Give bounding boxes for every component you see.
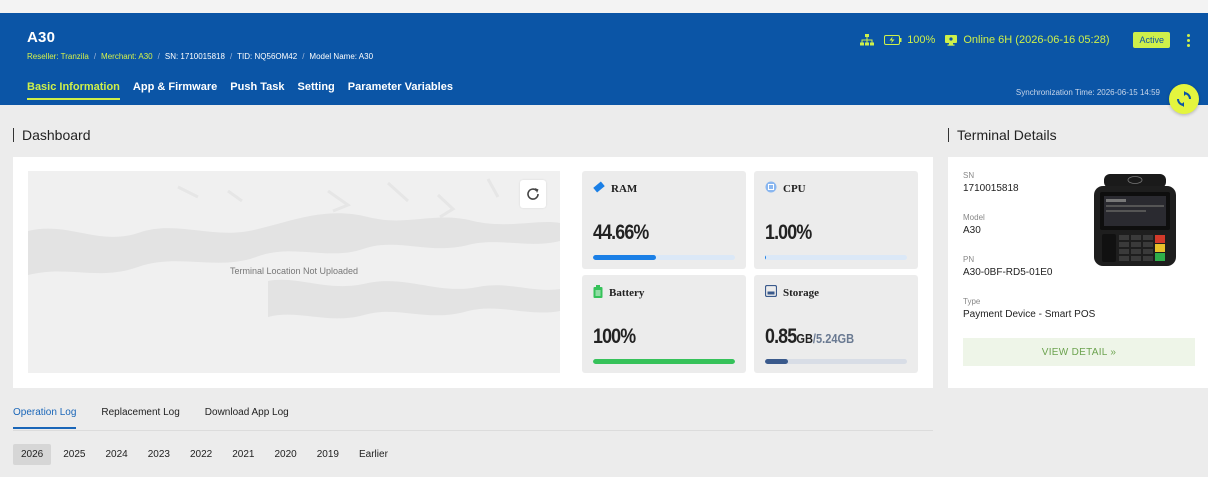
breadcrumb-reseller[interactable]: Reseller: Tranzila	[27, 52, 89, 61]
top-strip	[0, 0, 1208, 13]
ram-label: RAM	[611, 182, 638, 195]
breadcrumb-tid: TID: NQ56OM42	[237, 52, 298, 61]
monitor-icon	[945, 34, 958, 46]
year-2020[interactable]: 2020	[267, 444, 305, 465]
storage-card-title: Storage	[764, 284, 820, 300]
dashboard-panel: Terminal Location Not Uploaded RAM 44.66…	[13, 157, 933, 388]
pn-label: PN	[963, 255, 975, 264]
cpu-card-title: CPU	[765, 181, 806, 196]
status-bar: 100% Online 6H (2026-06-16 05:28) Active	[850, 32, 1194, 48]
tab-parameter-variables[interactable]: Parameter Variables	[348, 81, 453, 100]
tab-download-app-log[interactable]: Download App Log	[205, 407, 289, 429]
tab-operation-log[interactable]: Operation Log	[13, 407, 77, 429]
storage-label: Storage	[783, 286, 820, 299]
year-2019[interactable]: 2019	[309, 444, 347, 465]
battery-card-title: Battery	[593, 285, 644, 301]
battery-icon	[593, 285, 603, 301]
year-2025[interactable]: 2025	[55, 444, 93, 465]
battery-card: Battery 100%	[582, 275, 746, 373]
year-2023[interactable]: 2023	[140, 444, 178, 465]
ram-card-title: RAM	[593, 181, 637, 196]
storage-used: 0.85	[765, 325, 797, 348]
storage-total: /5.24	[812, 331, 838, 346]
sn-value: 1710015818	[963, 183, 1019, 194]
cpu-progress-fill	[765, 255, 767, 260]
storage-progress	[765, 359, 907, 364]
battery-value: 100%	[593, 325, 636, 348]
storage-progress-fill	[765, 359, 788, 364]
memory-icon	[593, 181, 605, 196]
ram-progress-fill	[593, 255, 657, 260]
storage-value: 0.85GB/5.24GB	[765, 325, 854, 349]
storage-card: Storage 0.85GB/5.24GB	[754, 275, 918, 373]
map-empty-label: Terminal Location Not Uploaded	[229, 266, 359, 276]
sync-icon	[1176, 91, 1192, 107]
ram-card: RAM 44.66%	[582, 171, 746, 269]
online-text: Online 6H (2026-06-16 05:28)	[963, 34, 1110, 46]
sync-time: Synchronization Time: 2026-06-15 14:59	[1015, 88, 1160, 97]
tab-app-firmware[interactable]: App & Firmware	[133, 81, 217, 100]
breadcrumb-sn: SN: 1710015818	[164, 52, 225, 61]
breadcrumb-merchant[interactable]: Merchant: A30	[101, 52, 153, 61]
cpu-value: 1.00%	[765, 221, 812, 244]
battery-status: 100%	[884, 34, 935, 46]
storage-icon	[764, 284, 778, 300]
dashboard-title: Dashboard	[13, 128, 91, 142]
log-tabs-divider	[13, 430, 933, 431]
year-earlier[interactable]: Earlier	[351, 444, 396, 465]
sn-label: SN	[963, 171, 975, 180]
cpu-label: CPU	[783, 182, 806, 195]
device-image	[1092, 174, 1178, 266]
battery-percent: 100%	[907, 34, 936, 46]
sync-button[interactable]	[1169, 84, 1199, 114]
year-2024[interactable]: 2024	[98, 444, 136, 465]
type-label: Type	[963, 297, 981, 306]
refresh-icon	[526, 187, 540, 201]
terminal-header: A30 Reseller: Tranzila / Merchant: A30/SN:…	[0, 13, 1208, 105]
location-map[interactable]: Terminal Location Not Uploaded	[28, 171, 560, 373]
model-value: A30	[963, 225, 981, 236]
cpu-card: CPU 1.00%	[754, 171, 918, 269]
storage-used-unit: GB	[796, 331, 813, 346]
year-filter: 2026 2025 2024 2023 2022 2021 2020 2019 …	[13, 444, 400, 465]
battery-charging-icon	[884, 35, 902, 45]
map-refresh-button[interactable]	[520, 180, 546, 208]
log-tabs: Operation Log Replacement Log Download A…	[13, 407, 314, 429]
tab-push-task[interactable]: Push Task	[230, 81, 284, 100]
view-detail-button[interactable]: VIEW DETAIL »	[963, 338, 1195, 366]
terminal-details-title: Terminal Details	[948, 128, 1057, 142]
model-label: Model	[963, 213, 985, 222]
more-menu-icon[interactable]	[1182, 33, 1194, 47]
breadcrumb: Reseller: Tranzila / Merchant: A30/SN: 171…	[27, 52, 374, 61]
terminal-title: A30	[27, 29, 56, 46]
ram-value: 44.66%	[593, 221, 649, 244]
type-value: Payment Device - Smart POS	[963, 309, 1096, 320]
terminal-tabs: Basic Information App & Firmware Push Ta…	[27, 81, 466, 100]
cpu-progress	[765, 255, 907, 260]
year-2022[interactable]: 2022	[182, 444, 220, 465]
online-status: Online 6H (2026-06-16 05:28)	[945, 34, 1109, 46]
network-icon	[860, 34, 875, 46]
storage-total-unit: GB	[837, 331, 855, 346]
battery-progress-fill	[593, 359, 735, 364]
battery-label: Battery	[609, 287, 645, 299]
tab-basic-information[interactable]: Basic Information	[27, 81, 120, 100]
tab-replacement-log[interactable]: Replacement Log	[101, 407, 179, 429]
tab-setting[interactable]: Setting	[297, 81, 334, 100]
status-badge: Active	[1133, 32, 1170, 48]
cpu-icon	[765, 181, 777, 196]
year-2026[interactable]: 2026	[13, 444, 52, 465]
year-2021[interactable]: 2021	[224, 444, 262, 465]
pn-value: A30-0BF-RD5-01E0	[963, 267, 1053, 278]
battery-progress	[593, 359, 735, 364]
ram-progress	[593, 255, 735, 260]
breadcrumb-model: Model Name: A30	[309, 52, 374, 61]
terminal-details-panel: SN 1710015818 Model A30 PN A30-0BF-RD5-0…	[948, 157, 1208, 388]
